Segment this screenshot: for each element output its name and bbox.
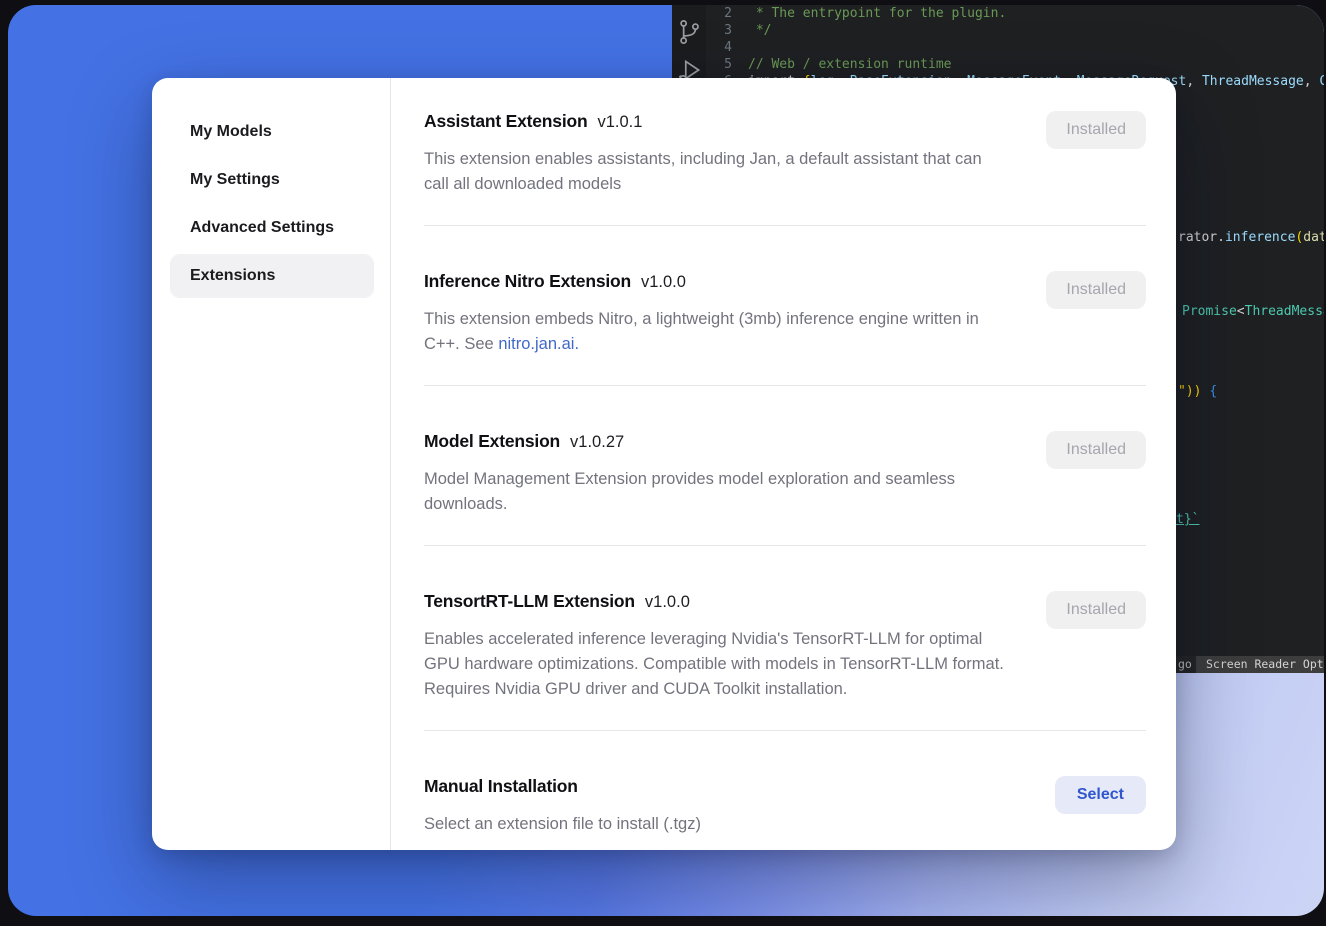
code-token: Promise xyxy=(1182,304,1237,319)
screen-reader-status-segment[interactable]: Screen Reader Optimized xyxy=(1196,656,1324,673)
extension-description: Enables accelerated inference leveraging… xyxy=(424,627,1009,702)
extension-row: Inference Nitro Extension v1.0.0 This exte… xyxy=(424,226,1146,385)
extension-version: v1.0.27 xyxy=(570,433,624,451)
line-number: 5 xyxy=(706,56,748,73)
line-number: 3 xyxy=(706,22,748,39)
extension-version: v1.0.1 xyxy=(597,113,642,131)
extension-description: Select an extension file to install (.tg… xyxy=(424,812,701,837)
code-token: inference xyxy=(1225,230,1295,245)
extension-text-block: Assistant Extension v1.0.1 This extension … xyxy=(424,108,1009,197)
code-token: t}` xyxy=(1176,512,1199,527)
code-fragment: rator.inference(data)); xyxy=(1178,229,1324,246)
extension-description-text: Select an extension file to install (.tg… xyxy=(424,815,701,833)
code-token: < xyxy=(1237,304,1245,319)
code-line: 3 */ xyxy=(706,22,1324,39)
select-button[interactable]: Select xyxy=(1055,776,1146,814)
extension-description: This extension embeds Nitro, a lightweig… xyxy=(424,307,1009,357)
extension-row: Model Extension v1.0.27 Model Management E… xyxy=(424,386,1146,545)
code-fragment: ")) { xyxy=(1178,383,1217,400)
code-token: // Web / extension runtime xyxy=(748,57,952,72)
code-line: 2 * The entrypoint for the plugin. xyxy=(706,5,1324,22)
extension-description-text: Model Management Extension provides mode… xyxy=(424,470,955,513)
extension-title-line: Inference Nitro Extension v1.0.0 xyxy=(424,268,1009,296)
extension-text-block: Manual Installation Select an extension f… xyxy=(424,773,701,837)
extension-text-block: Inference Nitro Extension v1.0.0 This exte… xyxy=(424,268,1009,357)
code-token: ")) xyxy=(1178,384,1209,399)
code-token: , xyxy=(1304,74,1320,89)
code-token: rator. xyxy=(1178,230,1225,245)
code-token: */ xyxy=(748,23,771,38)
extension-description: This extension enables assistants, inclu… xyxy=(424,147,1009,197)
sidebar-item-my-models[interactable]: My Models xyxy=(170,110,374,154)
code-token: ThreadMessage xyxy=(1202,74,1304,89)
installed-button[interactable]: Installed xyxy=(1046,111,1146,149)
extension-title: Assistant Extension xyxy=(424,111,587,131)
installed-button[interactable]: Installed xyxy=(1046,591,1146,629)
code-text: // Web / extension runtime xyxy=(748,56,952,73)
code-token: , xyxy=(1186,74,1202,89)
extension-version: v1.0.0 xyxy=(641,273,686,291)
code-token: { xyxy=(1209,384,1217,399)
nitro-link[interactable]: nitro.jan.ai. xyxy=(498,335,579,353)
extension-description-text: This extension enables assistants, inclu… xyxy=(424,150,982,193)
extension-title-line: TensortRT-LLM Extension v1.0.0 xyxy=(424,588,1009,616)
code-token: ContentType xyxy=(1319,74,1324,89)
desktop-wallpaper: 2 * The entrypoint for the plugin.3 */45… xyxy=(8,5,1324,916)
code-text: */ xyxy=(748,22,771,39)
sidebar-item-advanced-settings[interactable]: Advanced Settings xyxy=(170,206,374,250)
extension-row: Manual Installation Select an extension f… xyxy=(424,731,1146,850)
settings-modal: My ModelsMy SettingsAdvanced SettingsExt… xyxy=(152,78,1176,850)
extension-title: Model Extension xyxy=(424,431,560,451)
code-fragment: t}` xyxy=(1176,511,1199,528)
extension-row: Assistant Extension v1.0.1 This extension … xyxy=(424,108,1146,225)
sidebar-item-my-settings[interactable]: My Settings xyxy=(170,158,374,202)
code-fragment: Promise<ThreadMessage> xyxy=(1182,303,1324,320)
line-number: 2 xyxy=(706,5,748,22)
extension-title-line: Model Extension v1.0.27 xyxy=(424,428,1009,456)
extension-title-line: Assistant Extension v1.0.1 xyxy=(424,108,1009,136)
extension-description-text: Enables accelerated inference leveraging… xyxy=(424,630,1004,698)
extension-row: TensortRT-LLM Extension v1.0.0 Enables acc… xyxy=(424,546,1146,730)
extension-title: TensortRT-LLM Extension xyxy=(424,591,635,611)
code-line: 5// Web / extension runtime xyxy=(706,56,1324,73)
code-line: 4 xyxy=(706,39,1324,56)
sidebar-item-extensions[interactable]: Extensions xyxy=(170,254,374,298)
status-bar-text: go xyxy=(1178,656,1192,673)
extensions-panel: Assistant Extension v1.0.1 This extension … xyxy=(391,78,1176,850)
code-token: ThreadMessage xyxy=(1245,304,1324,319)
extension-text-block: TensortRT-LLM Extension v1.0.0 Enables acc… xyxy=(424,588,1009,702)
line-number: 4 xyxy=(706,39,748,56)
installed-button[interactable]: Installed xyxy=(1046,271,1146,309)
extension-text-block: Model Extension v1.0.27 Model Management E… xyxy=(424,428,1009,517)
code-token: * The entrypoint for the plugin. xyxy=(748,6,1006,21)
extension-title: Inference Nitro Extension xyxy=(424,271,631,291)
code-token: data xyxy=(1303,230,1324,245)
code-text: * The entrypoint for the plugin. xyxy=(748,5,1006,22)
extension-description: Model Management Extension provides mode… xyxy=(424,467,1009,517)
extension-title: Manual Installation xyxy=(424,776,578,796)
extension-version: v1.0.0 xyxy=(645,593,690,611)
settings-sidebar: My ModelsMy SettingsAdvanced SettingsExt… xyxy=(152,78,391,850)
installed-button[interactable]: Installed xyxy=(1046,431,1146,469)
git-branch-icon[interactable] xyxy=(676,17,702,47)
extension-title-line: Manual Installation xyxy=(424,773,701,801)
